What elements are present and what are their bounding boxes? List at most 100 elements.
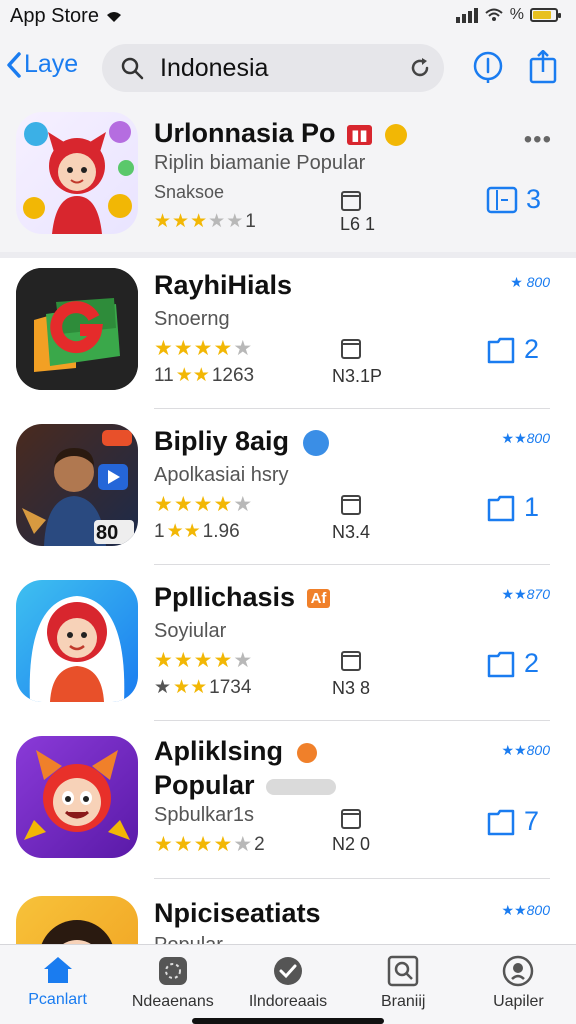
search-icon: [387, 955, 419, 987]
divider: [154, 878, 550, 879]
signal-icon: [455, 7, 478, 23]
list-item[interactable]: RayhiHials Snoerng ★ ★ ★ ★ ★ 11 ★★ 1263 …: [0, 258, 576, 414]
updates-icon: [503, 955, 534, 987]
star-icon: ★: [154, 211, 172, 232]
app-title: Apliklsing: [154, 736, 317, 767]
verified-icon: [296, 742, 317, 763]
list-item[interactable]: Npiciseatiats Popular ★★800: [0, 884, 576, 944]
rating-count: 2: [254, 833, 265, 855]
rating-summary: 1 ★★ 1.96: [154, 520, 240, 543]
app-icon: [16, 736, 138, 858]
tab-apps[interactable]: Ilndoreaais: [230, 945, 345, 1024]
battery-percent: %: [509, 6, 524, 23]
tab-arcade[interactable]: Braniij: [346, 945, 461, 1024]
get-count: 7: [524, 806, 540, 836]
search-bar[interactable]: [102, 44, 444, 92]
star-rating: ★ ★ ★ ★ ★: [154, 210, 243, 233]
tab-today[interactable]: Pcanlart: [0, 945, 115, 1024]
share-icon[interactable]: [528, 50, 558, 84]
app-size: N2 0: [332, 834, 371, 854]
get-icon: [487, 651, 515, 677]
star-icon: ★: [213, 649, 233, 672]
tab-games[interactable]: Ndeaenans: [115, 945, 230, 1024]
app-icon: [16, 896, 138, 944]
app-title-text: Ppllichasis: [154, 582, 296, 612]
verified-icon: [302, 429, 329, 456]
featured-get-button[interactable]: 3: [486, 184, 541, 215]
featured-app-row[interactable]: Urlonnasia Po ▮▮ Riplin biamanie Popular…: [0, 104, 576, 256]
star-icon: ★: [233, 493, 253, 516]
app-title-line2: Popular: [154, 770, 337, 801]
rating-summary: ★ ★ ★ ★ ★ 2: [154, 832, 265, 857]
get-button[interactable]: 1: [486, 492, 539, 523]
tab-updates[interactable]: Uapiler: [461, 945, 576, 1024]
download-size-icon: [341, 191, 361, 211]
app-subtitle: Soyiular: [154, 620, 227, 642]
app-title: RayhiHials: [154, 270, 293, 300]
star-icon: ★: [226, 211, 244, 232]
app-title-line2-text: Popular: [154, 770, 255, 800]
info-icon[interactable]: [472, 50, 504, 84]
star-icon: ★★: [175, 365, 210, 386]
star-icon: ★: [172, 211, 190, 232]
battery-icon: [530, 8, 561, 22]
apps-icon: [158, 957, 187, 985]
back-button[interactable]: Laye: [6, 50, 78, 79]
list-item[interactable]: Ppllichasis Af Soyiular ★ ★ ★ ★ ★ ★ ★★ 1…: [0, 570, 576, 726]
tab-label: Ilndoreaais: [248, 993, 328, 1010]
get-icon: [486, 186, 518, 213]
star-icon: ★: [193, 493, 213, 516]
refresh-icon[interactable]: [408, 56, 432, 80]
get-icon: [487, 495, 515, 521]
list-item[interactable]: Apliklsing Popular Spbulkar1s ★ ★ ★ ★ ★ …: [0, 726, 576, 882]
star-icon: ★★: [173, 677, 208, 698]
featured-size: L6 1: [340, 214, 376, 234]
wifi-icon: [485, 8, 503, 21]
svg-text:80: 80: [96, 522, 118, 544]
rating-summary: ★ ★★ 1734: [154, 676, 251, 699]
search-input[interactable]: [160, 52, 396, 84]
download-size-icon: [341, 339, 361, 359]
rank-label: ★★870: [501, 586, 550, 602]
rating-text: 11: [154, 364, 174, 386]
app-subtitle: Apolkasiai hsry: [154, 464, 289, 486]
app-icon: [16, 580, 138, 702]
search-header: Laye: [0, 34, 576, 104]
status-indicators: %: [455, 6, 561, 24]
star-icon: ★★: [166, 521, 201, 542]
get-button[interactable]: 7: [486, 806, 539, 837]
get-icon: [487, 809, 515, 835]
more-options-button[interactable]: •••: [524, 126, 552, 154]
star-icon: ★: [233, 337, 253, 360]
rank-label: ★★800: [501, 430, 550, 446]
divider: [154, 564, 550, 565]
list-item[interactable]: 80 Bipliy 8aig Apolkasiai hsry ★ ★ ★ ★ ★…: [0, 414, 576, 570]
get-button[interactable]: 2: [486, 648, 539, 679]
get-button[interactable]: 2: [486, 334, 539, 365]
search-icon: [121, 57, 144, 80]
star-icon: ★: [154, 493, 173, 516]
tab-bar: Pcanlart Ndeaenans Ilndoreaais Braniij U…: [0, 944, 576, 1024]
app-subtitle: Snoerng: [154, 308, 230, 330]
star-icon: ★: [213, 337, 233, 360]
rating-count: 1734: [209, 676, 252, 698]
star-icon: ★: [213, 493, 233, 516]
star-rating: ★ ★ ★ ★ ★: [154, 338, 252, 359]
ad-badge: Af: [306, 589, 331, 609]
download-size-icon: [341, 495, 361, 515]
get-count: 3: [526, 184, 542, 214]
tab-label: Braniij: [380, 993, 426, 1010]
divider: [154, 408, 550, 409]
character-icon: [29, 596, 125, 702]
app-title: Npiciseatiats: [154, 898, 321, 928]
tab-label: Ndeaenans: [131, 993, 214, 1010]
character-icon: [23, 121, 134, 234]
app-subtitle: Popular: [154, 934, 223, 944]
star-rating: ★ ★ ★ ★ ★: [154, 650, 252, 671]
app-title-text: Apliklsing: [154, 736, 284, 766]
get-icon: [487, 337, 515, 363]
star-icon: ★: [173, 833, 193, 856]
chevron-left-icon: [7, 51, 21, 78]
rank-label: ★★800: [501, 902, 550, 918]
rating-count: 1.96: [202, 520, 240, 542]
